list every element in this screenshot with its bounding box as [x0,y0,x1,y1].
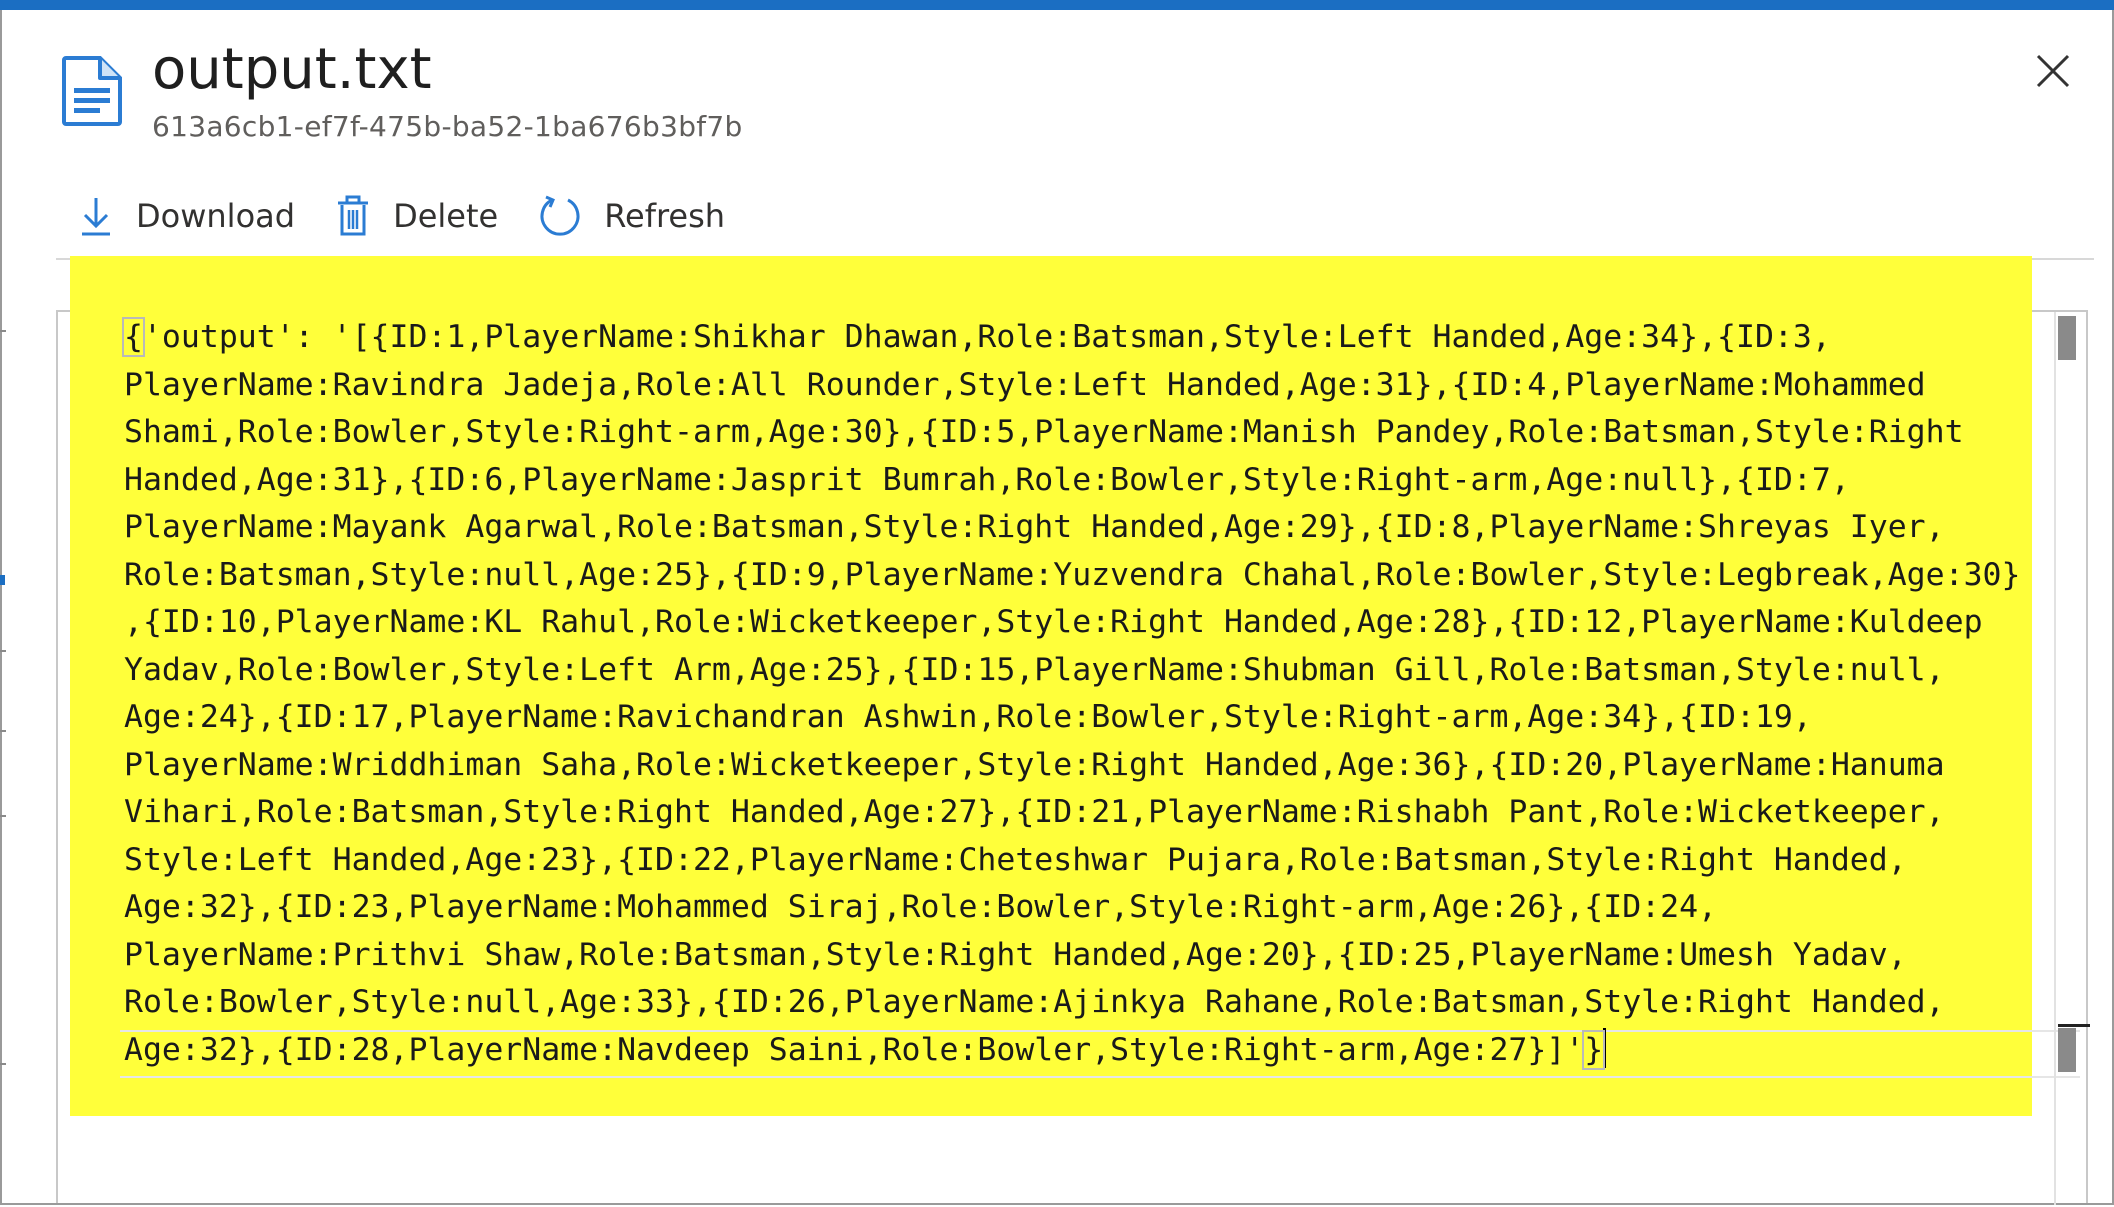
code-line: Shami,Role:Bowler,Style:Right-arm,Age:30… [124,414,1964,450]
scrollbar-cursor-marker [2058,1024,2090,1027]
delete-button[interactable]: Delete [335,188,498,244]
code-line: Style:Left Handed,Age:23},{ID:22,PlayerN… [124,841,1907,878]
code-line: Age:32},{ID:23,PlayerName:Mohammed Siraj… [124,889,1718,925]
background-edge-line [0,730,6,732]
code-line: Age:32},{ID:28,PlayerName:Navdeep Saini,… [124,1027,1607,1070]
code-line: Role:Bowler,Style:null,Age:33},{ID:26,Pl… [124,984,1945,1020]
code-line: ,{ID:10,PlayerName:KL Rahul,Role:Wicketk… [124,604,1983,640]
scrollbar-position-marker [2058,1028,2076,1072]
code-line: PlayerName:Ravindra Jadeja,Role:All Roun… [124,366,1926,403]
refresh-label: Refresh [604,197,726,235]
refresh-icon [540,195,580,236]
file-guid: 613a6cb1-ef7f-475b-ba52-1ba676b3bf7b [152,110,743,143]
code-line: PlayerName:Mayank Agarwal,Role:Batsman,S… [124,509,1945,545]
code-line: Yadav,Role:Bowler,Style:Left Arm,Age:25}… [124,651,1945,688]
download-icon [82,198,110,236]
background-edge-line [0,815,6,817]
download-label: Download [136,197,296,235]
matching-brace-open: { [122,317,145,357]
document-icon [60,56,124,126]
delete-label: Delete [393,197,499,235]
scrollbar-thumb[interactable] [2058,316,2076,360]
code-line: PlayerName:Prithvi Shaw,Role:Batsman,Sty… [124,936,1907,973]
close-button[interactable] [2026,44,2080,98]
code-line: Age:24},{ID:17,PlayerName:Ravichandran A… [124,699,1812,735]
matching-brace-close: } [1582,1029,1606,1070]
trash-icon [338,195,369,236]
code-line: Vihari,Role:Batsman,Style:Right Handed,A… [124,794,1945,830]
refresh-button[interactable]: Refresh [538,188,725,244]
close-icon [2036,54,2070,88]
code-line: PlayerName:Wriddhiman Saha,Role:Wicketke… [124,746,1945,783]
code-line: Handed,Age:31},{ID:6,PlayerName:Jasprit … [124,461,1850,498]
command-bar: Download Delete Refresh [78,188,765,244]
top-accent-bar [0,0,2114,10]
background-edge-line [0,1063,6,1065]
code-line: Role:Batsman,Style:null,Age:25},{ID:9,Pl… [124,556,2021,593]
file-content-text[interactable]: {'output': '[{ID:1,PlayerName:Shikhar Dh… [122,314,2054,1074]
background-edge-line [0,650,6,652]
download-button[interactable]: Download [78,188,295,244]
code-line: {'output': '[{ID:1,PlayerName:Shikhar Dh… [122,317,1831,357]
text-caret [1603,1027,1607,1068]
background-edge-link [0,575,5,585]
background-edge-line [0,330,6,332]
file-title: output.txt [152,37,432,102]
